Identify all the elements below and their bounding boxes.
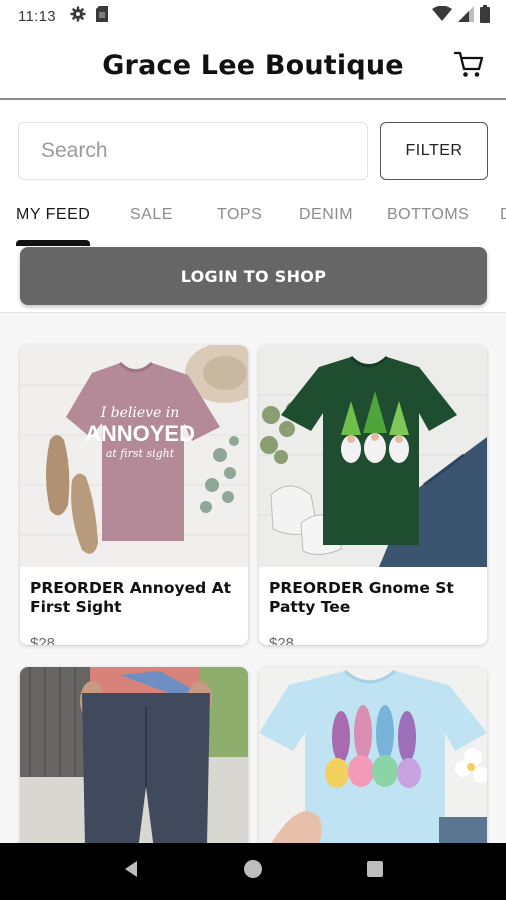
status-icons-left: [70, 6, 108, 26]
status-time: 11:13: [18, 7, 56, 25]
product-card[interactable]: I believe in ANNOYED at first sight PREO…: [20, 345, 248, 645]
back-button[interactable]: [116, 857, 146, 887]
product-card[interactable]: PREORDER Gnome St Patty Tee $28: [259, 345, 487, 645]
category-tabs: MY FEED SALE TOPS DENIM BOTTOMS D: [0, 200, 506, 246]
cart-icon: [453, 50, 484, 83]
status-bar: 11:13: [0, 0, 506, 32]
product-image[interactable]: [259, 345, 487, 567]
svg-text:ANNOYED: ANNOYED: [85, 421, 195, 446]
tab-tops[interactable]: TOPS: [217, 206, 262, 224]
product-name[interactable]: PREORDER Gnome St Patty Tee: [259, 567, 487, 629]
system-nav-bar: [0, 843, 506, 900]
svg-text:I believe in: I believe in: [100, 405, 180, 421]
product-price: $28: [269, 635, 295, 645]
cart-button[interactable]: [452, 49, 486, 83]
home-circle-icon: [243, 859, 263, 884]
recents-square-icon: [365, 859, 385, 884]
tab-my-feed[interactable]: MY FEED: [16, 206, 90, 224]
signal-icon: [458, 6, 474, 26]
product-price: $28: [30, 635, 56, 645]
gear-icon: [70, 6, 86, 26]
product-name[interactable]: PREORDER Annoyed At First Sight: [20, 567, 248, 629]
status-icons-right: [432, 5, 490, 27]
page-title: Grace Lee Boutique: [102, 49, 404, 81]
home-button[interactable]: [238, 857, 268, 887]
app-header: Grace Lee Boutique: [0, 32, 506, 100]
tab-sale[interactable]: SALE: [130, 206, 173, 224]
wifi-icon: [432, 5, 452, 26]
search-row: FILTER: [18, 122, 488, 180]
tab-next-partial[interactable]: D: [500, 206, 506, 224]
login-to-shop-button[interactable]: LOGIN TO SHOP: [20, 247, 487, 305]
search-input[interactable]: [18, 122, 368, 180]
active-tab-indicator: [16, 240, 90, 246]
sim-card-icon: [95, 6, 108, 26]
battery-icon: [480, 5, 490, 27]
recents-button[interactable]: [360, 857, 390, 887]
tab-bottoms[interactable]: BOTTOMS: [387, 206, 469, 224]
svg-text:at first sight: at first sight: [106, 447, 175, 460]
tab-denim[interactable]: DENIM: [299, 206, 353, 224]
product-image[interactable]: I believe in ANNOYED at first sight: [20, 345, 248, 567]
back-triangle-icon: [121, 859, 141, 884]
filter-button[interactable]: FILTER: [380, 122, 488, 180]
